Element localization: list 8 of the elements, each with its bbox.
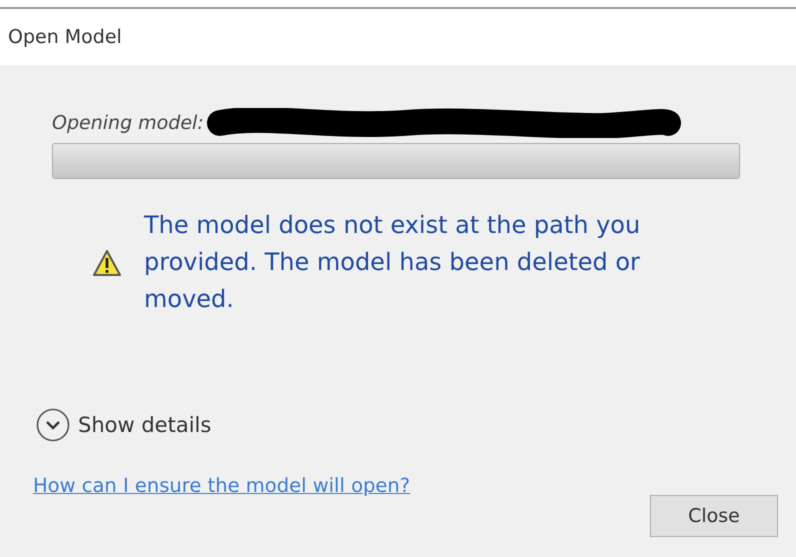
progress-label: Opening model: bbox=[52, 112, 204, 134]
show-details-button[interactable]: Show details bbox=[36, 408, 212, 442]
chevron-icon bbox=[36, 408, 70, 442]
help-link[interactable]: How can I ensure the model will open? bbox=[33, 474, 410, 497]
close-button[interactable]: Close bbox=[650, 495, 778, 537]
window-title: Open Model bbox=[8, 26, 122, 48]
error-message: The model does not exist at the path you provided. The model has been deleted or moved. bbox=[144, 210, 642, 315]
warning-icon bbox=[92, 248, 122, 276]
